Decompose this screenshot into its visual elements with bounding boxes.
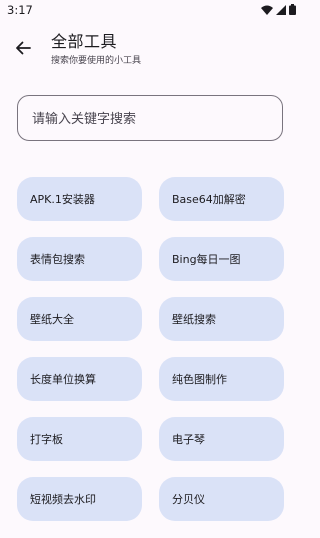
tool-chip[interactable]: Bing每日一图 (159, 237, 284, 281)
tool-chip[interactable]: 电子琴 (159, 417, 284, 461)
wifi-icon (261, 5, 273, 15)
tool-chip[interactable]: 长度单位换算 (17, 357, 142, 401)
tool-chip[interactable]: 壁纸搜索 (159, 297, 284, 341)
tool-chip[interactable]: 壁纸大全 (17, 297, 142, 341)
tool-chip[interactable]: APK.1安装器 (17, 177, 142, 221)
app-bar: 全部工具 搜索你要使用的小工具 (0, 22, 302, 74)
search-input[interactable] (30, 96, 274, 142)
tool-chip[interactable]: 分贝仪 (159, 477, 284, 521)
page-subtitle: 搜索你要使用的小工具 (51, 56, 142, 66)
status-time: 3:17 (7, 3, 33, 17)
arrow-back-icon (16, 41, 31, 55)
tool-chip[interactable]: 打字板 (17, 417, 142, 461)
tool-grid: APK.1安装器 Base64加解密 表情包搜索 Bing每日一图 壁纸大全 壁纸搜索 长度… (17, 177, 285, 521)
back-button[interactable] (10, 35, 36, 61)
status-bar: 3:17 (0, 0, 302, 22)
battery-icon (289, 4, 296, 15)
page-title: 全部工具 (51, 32, 118, 51)
tool-chip[interactable]: 纯色图制作 (159, 357, 284, 401)
search-field[interactable] (17, 95, 283, 142)
cellular-signal-icon (276, 4, 286, 15)
status-icons (261, 4, 296, 15)
tool-chip[interactable]: Base64加解密 (159, 177, 284, 221)
tool-chip[interactable]: 短视频去水印 (17, 477, 142, 521)
tool-chip[interactable]: 表情包搜索 (17, 237, 142, 281)
